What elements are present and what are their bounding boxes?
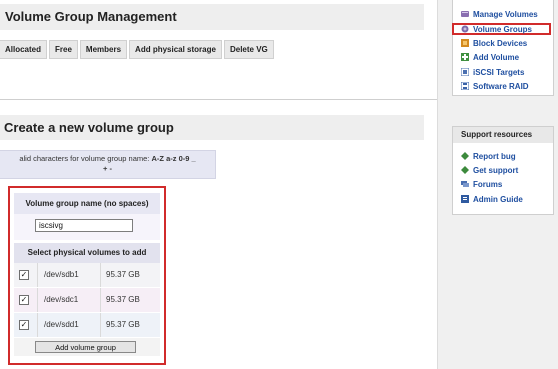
create-vg-title: Create a new volume group bbox=[4, 120, 174, 135]
vg-management-header: Volume Group Management bbox=[0, 4, 424, 30]
col-free: Free bbox=[49, 40, 78, 59]
cell-divider bbox=[37, 313, 38, 337]
valid-chars-note: alid characters for volume group name: A… bbox=[0, 150, 216, 179]
create-vg-form: Volume group name (no spaces) Select phy… bbox=[8, 186, 166, 365]
pv-size: 95.37 GB bbox=[106, 295, 140, 304]
submit-row: Add volume group bbox=[14, 338, 160, 356]
pv-checkbox-sdb1[interactable]: ✓ bbox=[19, 270, 29, 280]
support-icon bbox=[461, 165, 469, 174]
col-delete-vg: Delete VG bbox=[223, 40, 274, 59]
menu-label: Volume Groups bbox=[473, 25, 532, 34]
menu-label: Software RAID bbox=[473, 82, 529, 91]
pv-device: /dev/sdc1 bbox=[44, 295, 79, 304]
pv-checkbox-sdd1[interactable]: ✓ bbox=[19, 320, 29, 330]
cell-divider bbox=[100, 313, 101, 337]
valid-chars-line2: + - bbox=[103, 164, 112, 173]
vg-name-input[interactable] bbox=[35, 219, 133, 232]
pv-row-sdb1: ✓ /dev/sdb1 95.37 GB bbox=[14, 263, 160, 287]
valid-chars-prefix: alid characters for volume group name: bbox=[19, 154, 150, 163]
menu-label: Add Volume bbox=[473, 53, 520, 62]
vg-table-header: Allocated Free Members Add physical stor… bbox=[0, 40, 276, 59]
support-label: Forums bbox=[473, 180, 503, 189]
cell-divider bbox=[37, 263, 38, 287]
cell-divider bbox=[37, 288, 38, 312]
support-title: Support resources bbox=[453, 127, 553, 143]
support-admin-guide[interactable]: Admin Guide bbox=[461, 193, 523, 206]
valid-chars-values: A-Z a-z 0-9 _ bbox=[151, 154, 196, 163]
col-members: Members bbox=[79, 40, 128, 59]
add-volume-icon bbox=[461, 52, 469, 61]
menu-volume-groups[interactable]: Volume Groups bbox=[452, 23, 551, 35]
support-label: Admin Guide bbox=[473, 195, 523, 204]
pv-checkbox-sdc1[interactable]: ✓ bbox=[19, 295, 29, 305]
menu-manage-volumes[interactable]: Manage Volumes bbox=[461, 8, 538, 21]
menu-block-devices[interactable]: Block Devices bbox=[461, 37, 527, 50]
pv-row-sdc1: ✓ /dev/sdc1 95.37 GB bbox=[14, 288, 160, 312]
volumes-icon bbox=[461, 9, 469, 17]
guide-icon bbox=[461, 194, 469, 203]
vg-management-title: Volume Group Management bbox=[5, 9, 177, 24]
volume-menu: Manage Volumes Volume Groups Block Devic… bbox=[452, 0, 554, 96]
pv-size: 95.37 GB bbox=[106, 270, 140, 279]
support-get-support[interactable]: Get support bbox=[461, 164, 518, 177]
pv-row-sdd1: ✓ /dev/sdd1 95.37 GB bbox=[14, 313, 160, 337]
support-resources: Support resources Report bug Get support… bbox=[452, 126, 554, 215]
menu-label: Manage Volumes bbox=[473, 10, 538, 19]
forums-icon bbox=[461, 179, 469, 187]
menu-add-volume[interactable]: Add Volume bbox=[461, 51, 519, 64]
bug-icon bbox=[461, 151, 469, 160]
vg-name-label: Volume group name (no spaces) bbox=[14, 193, 160, 214]
divider bbox=[0, 99, 437, 100]
support-forums[interactable]: Forums bbox=[461, 178, 502, 191]
support-label: Report bug bbox=[473, 152, 516, 161]
raid-icon bbox=[460, 81, 470, 91]
col-allocated: Allocated bbox=[0, 40, 48, 59]
support-label: Get support bbox=[473, 166, 519, 175]
col-add-physical-storage: Add physical storage bbox=[129, 40, 222, 59]
add-volume-group-button[interactable]: Add volume group bbox=[35, 341, 136, 353]
select-pv-label: Select physical volumes to add bbox=[14, 243, 160, 263]
menu-label: Block Devices bbox=[473, 39, 528, 48]
support-report-bug[interactable]: Report bug bbox=[461, 150, 516, 163]
menu-iscsi-targets[interactable]: iSCSI Targets bbox=[460, 66, 525, 79]
volume-groups-icon bbox=[461, 25, 469, 33]
vg-name-row bbox=[14, 214, 160, 240]
pv-device: /dev/sdb1 bbox=[44, 270, 79, 279]
menu-software-raid[interactable]: Software RAID bbox=[460, 80, 529, 93]
iscsi-targets-icon bbox=[460, 67, 470, 77]
pv-device: /dev/sdd1 bbox=[44, 320, 79, 329]
block-devices-icon bbox=[461, 38, 469, 47]
cell-divider bbox=[100, 263, 101, 287]
pv-size: 95.37 GB bbox=[106, 320, 140, 329]
menu-label: iSCSI Targets bbox=[473, 68, 525, 77]
create-vg-header: Create a new volume group bbox=[0, 115, 424, 140]
cell-divider bbox=[100, 288, 101, 312]
